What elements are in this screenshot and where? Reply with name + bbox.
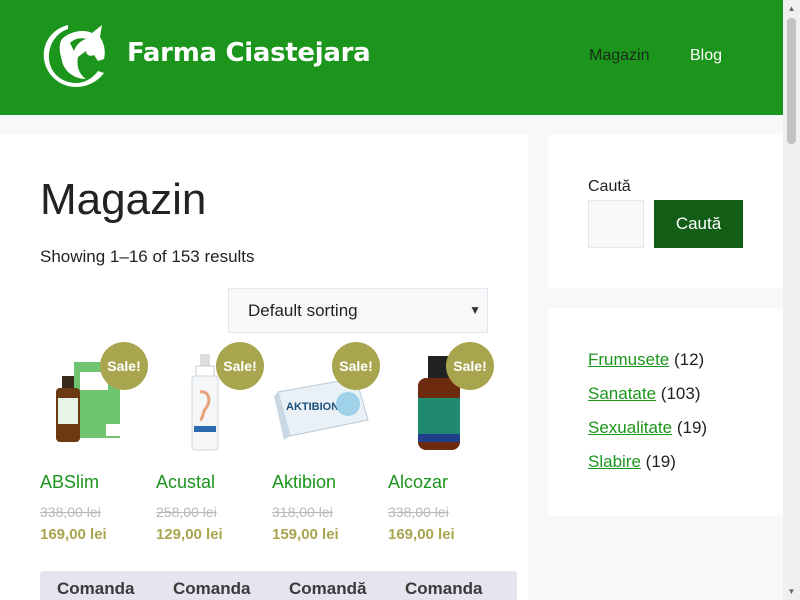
categories-widget: Frumusete (12) Sanatate (103) Sexualitat… [548, 308, 783, 516]
old-price: 258,00 lei [156, 504, 217, 520]
sale-badge: Sale! [446, 342, 494, 390]
category-item: Slabire (19) [588, 452, 676, 472]
svg-text:AKTIBION: AKTIBION [286, 401, 339, 413]
category-link[interactable]: Slabire [588, 452, 641, 471]
category-link[interactable]: Sanatate [588, 384, 656, 403]
shop-content: Magazin Showing 1–16 of 153 results Defa… [0, 135, 528, 600]
scroll-down-arrow-icon[interactable]: ▼ [783, 583, 800, 600]
category-item: Frumusete (12) [588, 350, 704, 370]
sale-price: 169,00 lei [40, 526, 107, 543]
product-card[interactable]: AKTIBION Sale! Aktibion 318,00 lei 159,0… [272, 342, 382, 552]
page-title: Magazin [40, 175, 207, 224]
sorting-select[interactable]: Default sorting ▼ [228, 288, 488, 333]
order-button[interactable]: Comanda [57, 579, 134, 599]
old-price: 338,00 lei [40, 504, 101, 520]
site-header: Farma Ciastejara Magazin Blog [0, 0, 783, 115]
category-count: (103) [660, 384, 701, 403]
sale-badge: Sale! [100, 342, 148, 390]
search-button[interactable]: Caută [654, 200, 743, 248]
scrollbar-thumb[interactable] [787, 18, 796, 144]
product-name[interactable]: Acustal [156, 472, 215, 493]
category-link[interactable]: Sexualitate [588, 418, 672, 437]
category-link[interactable]: Frumusete [588, 350, 669, 369]
order-button[interactable]: Comanda [173, 579, 250, 599]
sale-badge: Sale! [216, 342, 264, 390]
order-buttons-row: Comanda Comanda Comandă Comanda [40, 571, 517, 600]
site-title[interactable]: Farma Ciastejara [127, 38, 371, 68]
product-card[interactable]: Sale! ABSlim 338,00 lei 169,00 lei [40, 342, 150, 552]
order-button[interactable]: Comanda [405, 579, 482, 599]
old-price: 318,00 lei [272, 504, 333, 520]
search-widget: Caută Caută [548, 135, 783, 288]
category-count: (12) [673, 350, 705, 369]
order-button[interactable]: Comandă [289, 579, 366, 599]
sale-price: 169,00 lei [388, 526, 455, 543]
nav-blog[interactable]: Blog [690, 47, 722, 65]
product-name[interactable]: Alcozar [388, 472, 448, 493]
sale-price: 159,00 lei [272, 526, 339, 543]
search-label: Caută [588, 178, 631, 195]
horse-logo-icon[interactable] [40, 21, 108, 91]
product-name[interactable]: ABSlim [40, 472, 99, 493]
product-name[interactable]: Aktibion [272, 472, 336, 493]
result-count: Showing 1–16 of 153 results [40, 247, 255, 266]
category-item: Sexualitate (19) [588, 418, 707, 438]
product-card[interactable]: Sale! Acustal 258,00 lei 129,00 lei [156, 342, 266, 552]
sorting-selected-value: Default sorting [248, 301, 358, 320]
product-card[interactable]: Sale! Alcozar 338,00 lei 169,00 lei [388, 342, 498, 552]
vertical-scrollbar[interactable]: ▲ ▼ [783, 0, 800, 600]
search-input[interactable] [588, 200, 644, 248]
chevron-down-icon: ▼ [469, 303, 481, 317]
category-count: (19) [676, 418, 708, 437]
category-item: Sanatate (103) [588, 384, 700, 404]
category-count: (19) [645, 452, 676, 471]
sale-price: 129,00 lei [156, 526, 223, 543]
sale-badge: Sale! [332, 342, 380, 390]
old-price: 338,00 lei [388, 504, 449, 520]
scroll-up-arrow-icon[interactable]: ▲ [783, 0, 800, 17]
nav-magazin[interactable]: Magazin [589, 47, 649, 65]
